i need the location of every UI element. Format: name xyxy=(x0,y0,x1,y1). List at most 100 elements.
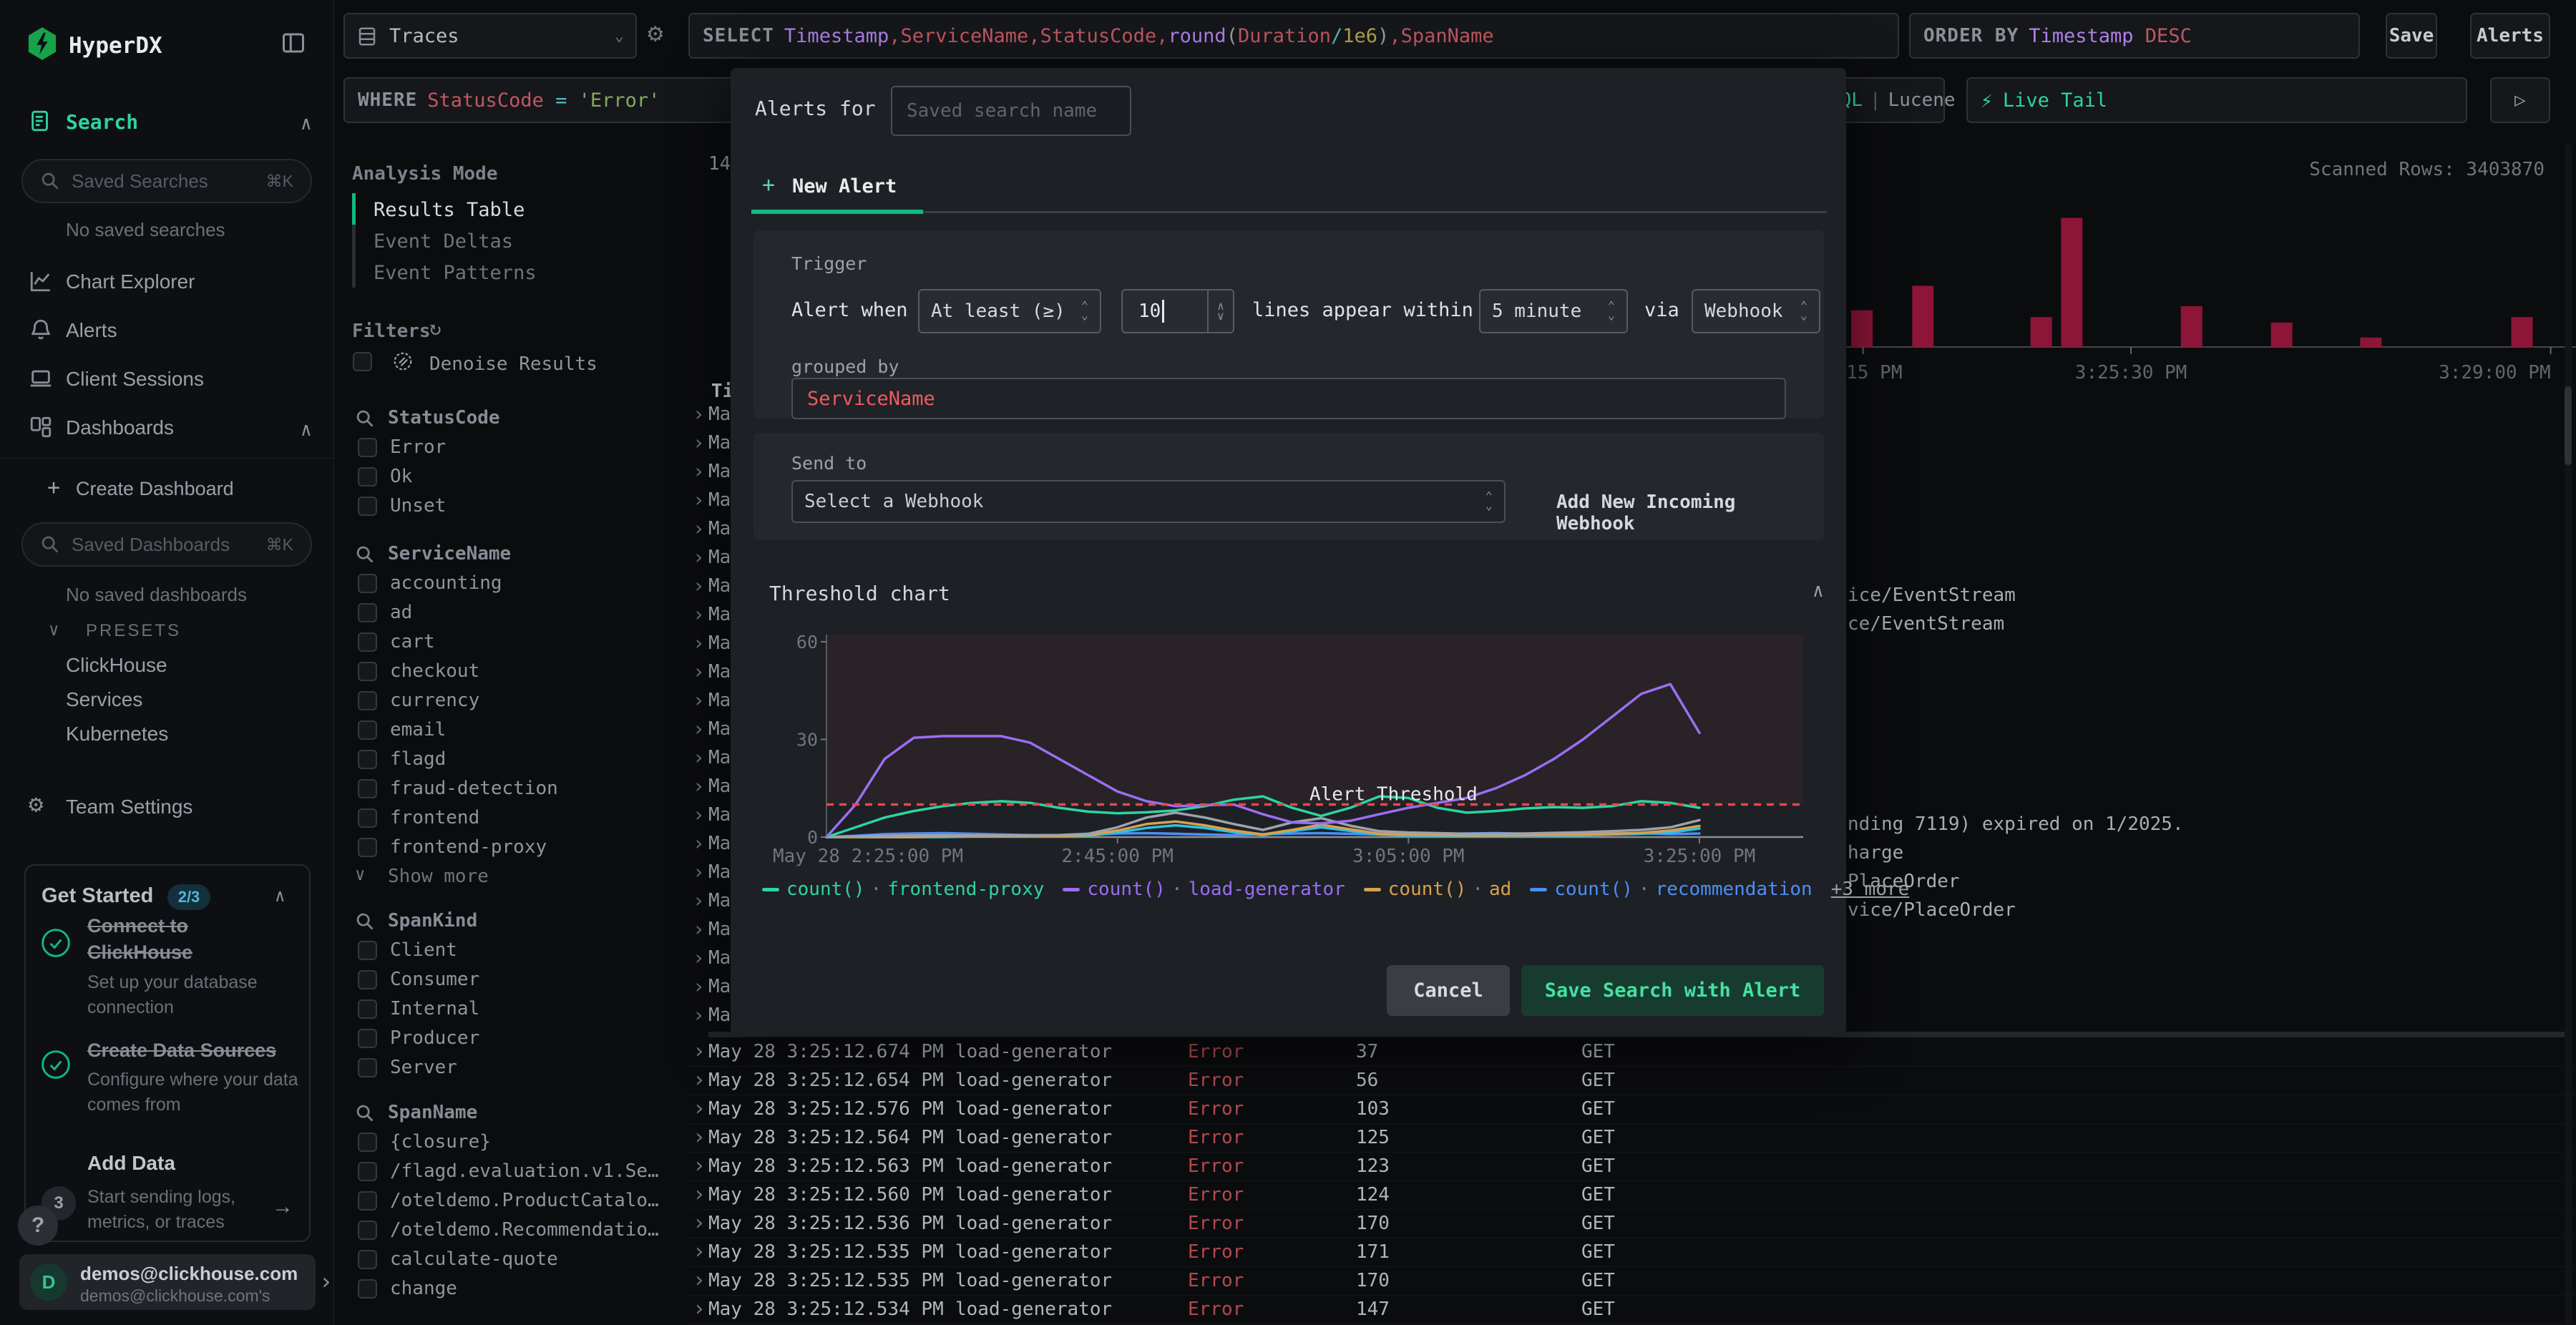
row-expand-icon[interactable]: › xyxy=(693,1268,706,1293)
table-row-peek[interactable]: May 28 xyxy=(708,432,731,455)
table-row[interactable]: › May 28 3:25:12.560 PM load-generator Erro… xyxy=(687,1180,2576,1210)
filter-item-label[interactable]: frontend xyxy=(390,807,479,828)
filter-item-label[interactable]: Unset xyxy=(390,495,446,517)
filter-checkbox-currency[interactable] xyxy=(358,691,377,710)
gear-icon[interactable]: ⚙ xyxy=(648,19,663,48)
help-button[interactable]: ? xyxy=(18,1206,58,1246)
row-expand-icon[interactable]: › xyxy=(693,402,705,426)
filter-checkbox-email[interactable] xyxy=(358,720,377,740)
row-expand-icon[interactable]: › xyxy=(693,917,705,941)
chevron-up-icon[interactable]: ∧ xyxy=(275,886,285,906)
row-expand-icon[interactable]: › xyxy=(693,1039,706,1064)
row-expand-icon[interactable]: › xyxy=(693,745,705,769)
filter-checkbox-ad[interactable] xyxy=(358,603,377,622)
collapse-chart-icon[interactable]: ∧ xyxy=(1813,580,1824,602)
sidebar-item-kubernetes[interactable]: Kubernetes xyxy=(66,723,168,745)
channel-select[interactable]: Webhook ⌃ ⌄ xyxy=(1692,289,1820,333)
filter-item-label[interactable]: Producer xyxy=(390,1027,479,1049)
chevron-down-icon[interactable]: ∨ xyxy=(49,620,59,640)
alerts-button[interactable]: Alerts xyxy=(2470,13,2550,59)
row-expand-icon[interactable]: › xyxy=(693,602,705,626)
sidebar-item-dashboards[interactable]: Dashboards xyxy=(66,416,174,439)
filter-item-label[interactable]: /flagd.evaluation.v1.Se… xyxy=(390,1160,659,1182)
run-query-button[interactable]: ▷ xyxy=(2490,77,2550,123)
get-started-step-title[interactable]: Add Data xyxy=(87,1152,288,1175)
table-row[interactable]: › May 28 3:25:12.536 PM load-generator Erro… xyxy=(687,1209,2576,1238)
filter-checkbox-producer[interactable] xyxy=(358,1029,377,1048)
sidebar-item-team-settings[interactable]: Team Settings xyxy=(66,796,192,818)
table-row[interactable]: › May 28 3:25:12.535 PM load-generator Erro… xyxy=(687,1266,2576,1296)
saved-search-name-input[interactable]: Saved search name xyxy=(891,86,1131,136)
row-expand-icon[interactable]: › xyxy=(693,1296,706,1321)
row-expand-icon[interactable]: › xyxy=(693,717,705,740)
table-row-peek[interactable]: May 28 xyxy=(708,518,731,541)
table-row[interactable]: › May 28 3:25:12.576 PM load-generator Erro… xyxy=(687,1095,2576,1124)
sidebar-item-search[interactable]: Search xyxy=(66,110,138,134)
table-row-peek[interactable]: May 28 xyxy=(708,632,731,655)
filter-item-label[interactable]: change xyxy=(390,1278,457,1299)
filter-item-label[interactable]: calculate-quote xyxy=(390,1248,558,1270)
chevron-up-icon[interactable]: ∧ xyxy=(301,419,312,441)
table-row-peek[interactable]: May 28 xyxy=(708,919,731,942)
save-button[interactable]: Save xyxy=(2386,13,2437,59)
row-expand-icon[interactable]: › xyxy=(693,517,705,540)
row-expand-icon[interactable]: › xyxy=(693,459,705,483)
analysis-mode-tab-results-table[interactable]: Results Table xyxy=(374,199,525,221)
legend-item-ad[interactable]: count() · ad xyxy=(1363,879,1511,900)
filter-item-label[interactable]: Server xyxy=(390,1057,457,1078)
table-row-peek[interactable]: May 28 xyxy=(708,833,731,856)
analysis-mode-tab-event-deltas[interactable]: Event Deltas xyxy=(374,230,513,253)
table-row[interactable]: › May 28 3:25:12.654 PM load-generator Erro… xyxy=(687,1066,2576,1095)
filter-checkbox-checkout[interactable] xyxy=(358,662,377,681)
filter-checkbox-accounting[interactable] xyxy=(358,574,377,593)
filter-checkbox--oteldemo-recommendatio-[interactable] xyxy=(358,1221,377,1240)
filter-checkbox-client[interactable] xyxy=(358,941,377,960)
table-row-peek[interactable]: May 28 xyxy=(708,690,731,713)
chevron-right-icon[interactable]: › xyxy=(319,1268,333,1295)
table-row-peek[interactable]: May 28 xyxy=(708,489,731,512)
table-row-peek[interactable]: May 28 xyxy=(708,718,731,741)
row-expand-icon[interactable]: › xyxy=(693,946,705,969)
saved-searches-input[interactable]: Saved Searches ⌘K xyxy=(21,159,312,203)
scrollbar-thumb[interactable] xyxy=(2565,386,2572,465)
row-expand-icon[interactable]: › xyxy=(693,1125,706,1150)
refresh-icon[interactable]: ↻ xyxy=(429,316,441,340)
sidebar-item-services[interactable]: Services xyxy=(66,688,142,711)
filter-checkbox-unset[interactable] xyxy=(358,497,377,516)
row-expand-icon[interactable]: › xyxy=(693,1096,706,1121)
sidebar-item-client-sessions[interactable]: Client Sessions xyxy=(66,368,204,391)
sidebar-item-chart-explorer[interactable]: Chart Explorer xyxy=(66,270,195,293)
filter-item-label[interactable]: ad xyxy=(390,602,412,623)
table-row-peek[interactable]: May 28 xyxy=(708,575,731,598)
filter-item-label[interactable]: currency xyxy=(390,690,479,711)
filter-item-label[interactable]: /oteldemo.Recommendatio… xyxy=(390,1219,659,1241)
row-expand-icon[interactable]: › xyxy=(693,631,705,655)
filter-item-label[interactable]: fraud-detection xyxy=(390,778,558,799)
webhook-select[interactable]: Select a Webhook ⌃ ⌄ xyxy=(791,480,1506,523)
table-row-peek[interactable]: May 28 xyxy=(708,804,731,827)
filter-item-label[interactable]: cart xyxy=(390,631,435,652)
tab-new-alert[interactable]: New Alert xyxy=(792,175,897,197)
legend-more-link[interactable]: +3 more xyxy=(1831,879,1910,900)
table-row-peek[interactable]: May 28 xyxy=(708,404,731,426)
filter-item-label[interactable]: Consumer xyxy=(390,969,479,990)
row-expand-icon[interactable]: › xyxy=(693,574,705,597)
filter-item-label[interactable]: frontend-proxy xyxy=(390,836,547,858)
analysis-mode-tab-event-patterns[interactable]: Event Patterns xyxy=(374,262,537,284)
save-search-with-alert-button[interactable]: Save Search with Alert xyxy=(1521,965,1824,1016)
get-started-step-title[interactable]: Create Data Sources xyxy=(87,1037,316,1064)
filter-item-label[interactable]: Ok xyxy=(390,466,412,487)
table-row-peek[interactable]: May 28 xyxy=(708,976,731,999)
filter-checkbox-internal[interactable] xyxy=(358,999,377,1019)
legend-item-frontend-proxy[interactable]: count() · frontend-proxy xyxy=(762,879,1044,900)
filter-checkbox-frontend-proxy[interactable] xyxy=(358,838,377,857)
table-row[interactable]: › May 28 3:25:12.563 PM load-generator Erro… xyxy=(687,1152,2576,1181)
filter-checkbox-cart[interactable] xyxy=(358,632,377,652)
order-by-input[interactable]: ORDER BY Timestamp DESC xyxy=(1909,13,2360,59)
filter-item-label[interactable]: Internal xyxy=(390,998,479,1020)
table-row[interactable]: › May 28 3:25:12.564 PM load-generator Erro… xyxy=(687,1123,2576,1153)
filter-item-label[interactable]: email xyxy=(390,719,446,740)
source-select[interactable]: Traces ⌄ xyxy=(343,13,637,59)
filter-checkbox--closure-[interactable] xyxy=(358,1133,377,1152)
scrollbar-track[interactable] xyxy=(2565,143,2572,1325)
